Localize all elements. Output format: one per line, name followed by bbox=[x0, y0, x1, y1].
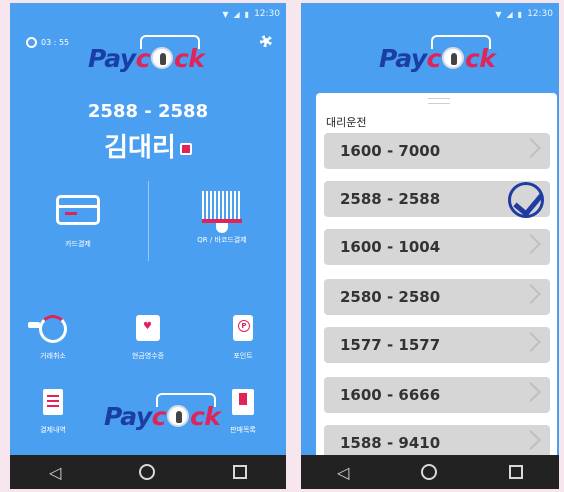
number-list-sheet: 대리운전 1600 - 7000 2588 - 2588 1600 - 1004… bbox=[316, 93, 557, 461]
chevron-right-icon bbox=[521, 332, 541, 352]
list-item[interactable]: 1600 - 6666 bbox=[324, 377, 550, 413]
check-icon bbox=[508, 182, 544, 218]
timer-text: 03 : 55 bbox=[41, 38, 70, 47]
sales-list-button[interactable]: 판매목록 bbox=[218, 389, 268, 435]
android-nav-bar: ◁ bbox=[301, 455, 559, 489]
list-item[interactable]: 2580 - 2580 bbox=[324, 279, 550, 315]
list-item[interactable]: 1600 - 1004 bbox=[324, 229, 550, 265]
cash-receipt-button[interactable]: 현금영수증 bbox=[118, 315, 178, 361]
list-item[interactable]: 1600 - 7000 bbox=[324, 133, 550, 169]
home-screen: ▼ ◢ ▮ 12:30 03 : 55 Pay c ck 2588 - 2588… bbox=[10, 3, 286, 489]
receipt-icon bbox=[136, 315, 160, 341]
chevron-right-icon bbox=[521, 138, 541, 158]
signal-icon: ◢ bbox=[233, 9, 240, 19]
recent-apps-icon[interactable] bbox=[509, 465, 524, 479]
status-bar: ▼ ◢ ▮ 12:30 bbox=[301, 3, 559, 25]
status-time: 12:30 bbox=[527, 9, 553, 19]
history-icon bbox=[43, 389, 63, 415]
chevron-right-icon bbox=[521, 430, 541, 450]
touch-hand-icon bbox=[150, 47, 173, 69]
number-select-screen: ▼ ◢ ▮ 12:30 Pay c ck 대리운전 1600 - 7000 25… bbox=[301, 3, 559, 489]
chevron-right-icon bbox=[521, 234, 541, 254]
sheet-title: 대리운전 bbox=[326, 116, 367, 129]
chevron-right-icon bbox=[521, 284, 541, 304]
refund-icon bbox=[28, 315, 67, 343]
home-icon[interactable] bbox=[139, 464, 156, 480]
chevron-right-icon bbox=[521, 382, 541, 402]
status-bar: ▼ ◢ ▮ 12:30 bbox=[10, 3, 286, 25]
back-icon[interactable]: ◁ bbox=[49, 463, 61, 482]
android-nav-bar: ◁ bbox=[10, 455, 286, 489]
status-time: 12:30 bbox=[254, 9, 280, 19]
gear-icon[interactable] bbox=[260, 35, 272, 47]
battery-icon: ▮ bbox=[517, 9, 523, 19]
battery-icon: ▮ bbox=[244, 9, 250, 19]
divider bbox=[148, 181, 149, 261]
bookmark-icon bbox=[232, 389, 254, 415]
paycock-logo-bottom: Pay c ck bbox=[104, 393, 221, 433]
points-button[interactable]: 포인트 bbox=[218, 315, 268, 361]
recent-apps-icon[interactable] bbox=[233, 465, 248, 479]
card-payment-button[interactable]: 카드결제 bbox=[48, 195, 108, 249]
payment-history-button[interactable]: 결제내역 bbox=[28, 389, 78, 435]
touch-hand-icon bbox=[166, 405, 189, 427]
qr-barcode-payment-button[interactable]: QR / 바코드결제 bbox=[174, 191, 270, 245]
list-item-selected[interactable]: 2588 - 2588 bbox=[324, 181, 550, 218]
timer-icon bbox=[26, 37, 37, 48]
paycock-logo: Pay c ck bbox=[88, 35, 205, 75]
wifi-icon: ▼ bbox=[222, 9, 229, 19]
barcode-scanner-icon bbox=[202, 191, 242, 233]
signal-icon: ◢ bbox=[506, 9, 513, 19]
home-icon[interactable] bbox=[421, 464, 438, 480]
paycock-logo: Pay c ck bbox=[379, 35, 496, 75]
touch-hand-icon bbox=[441, 47, 464, 69]
list-item[interactable]: 1577 - 1577 bbox=[324, 327, 550, 363]
user-name: 김대리 bbox=[10, 127, 286, 164]
drag-handle[interactable] bbox=[428, 98, 450, 104]
cancel-transaction-button[interactable]: 거래취소 bbox=[28, 315, 78, 361]
credit-card-icon bbox=[56, 195, 100, 225]
session-timer: 03 : 55 bbox=[26, 37, 69, 48]
back-icon[interactable]: ◁ bbox=[337, 463, 349, 482]
wifi-icon: ▼ bbox=[495, 9, 502, 19]
badge-icon bbox=[179, 142, 192, 155]
point-icon bbox=[233, 315, 253, 341]
active-number: 2588 - 2588 bbox=[87, 101, 209, 122]
